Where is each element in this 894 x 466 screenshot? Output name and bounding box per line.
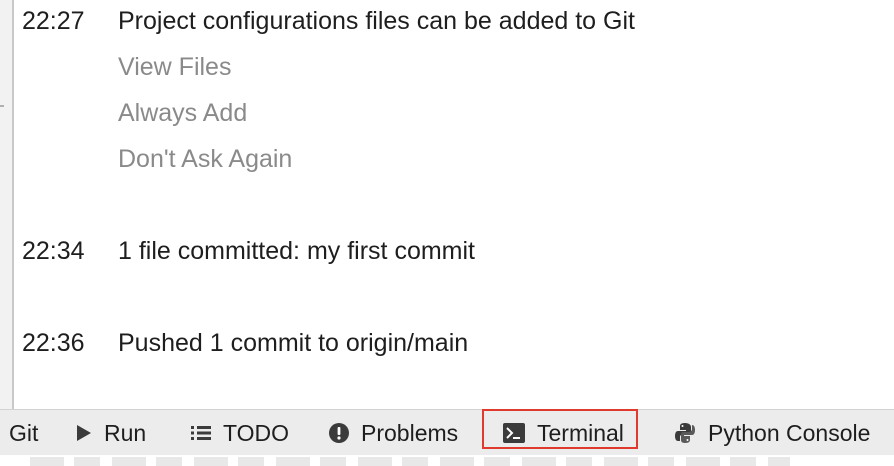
dont-ask-again-link[interactable]: Don't Ask Again xyxy=(118,143,292,175)
tab-python-console[interactable]: Python Console xyxy=(674,410,870,456)
left-gutter xyxy=(0,0,12,409)
tab-git-label: Git xyxy=(9,420,39,446)
play-icon xyxy=(76,424,92,442)
list-icon xyxy=(191,425,211,441)
event-time: 22:34 xyxy=(22,237,85,265)
tab-python-console-label: Python Console xyxy=(708,420,871,446)
exclamation-circle-icon xyxy=(329,423,349,443)
tab-todo-label: TODO xyxy=(223,420,290,446)
event-message: Pushed 1 commit to origin/main xyxy=(118,329,469,357)
tab-run[interactable]: Run xyxy=(76,410,146,456)
cropped-text-strip xyxy=(0,455,894,466)
event-time: 22:27 xyxy=(22,7,85,35)
tab-problems[interactable]: Problems xyxy=(329,410,458,456)
tab-terminal-label: Terminal xyxy=(537,420,624,446)
event-log: 22:27 Project configurations files can b… xyxy=(22,0,894,409)
event-message: Project configurations files can be adde… xyxy=(118,7,635,35)
event-time: 22:36 xyxy=(22,329,85,357)
terminal-prompt-icon xyxy=(503,423,525,443)
tool-window-bar: Git Run TODO Problems Terminal Python Co… xyxy=(0,409,894,456)
tab-problems-label: Problems xyxy=(361,420,459,446)
tab-todo[interactable]: TODO xyxy=(191,410,289,456)
gutter-divider[interactable] xyxy=(12,0,14,409)
view-files-link[interactable]: View Files xyxy=(118,51,231,83)
tab-terminal[interactable]: Terminal xyxy=(503,410,624,456)
always-add-link[interactable]: Always Add xyxy=(118,97,247,129)
python-logo-icon xyxy=(674,422,696,444)
event-message: 1 file committed: my first commit xyxy=(118,237,475,265)
gutter-marker xyxy=(0,105,4,107)
tab-git[interactable]: Git xyxy=(9,410,38,456)
tab-run-label: Run xyxy=(104,420,147,446)
